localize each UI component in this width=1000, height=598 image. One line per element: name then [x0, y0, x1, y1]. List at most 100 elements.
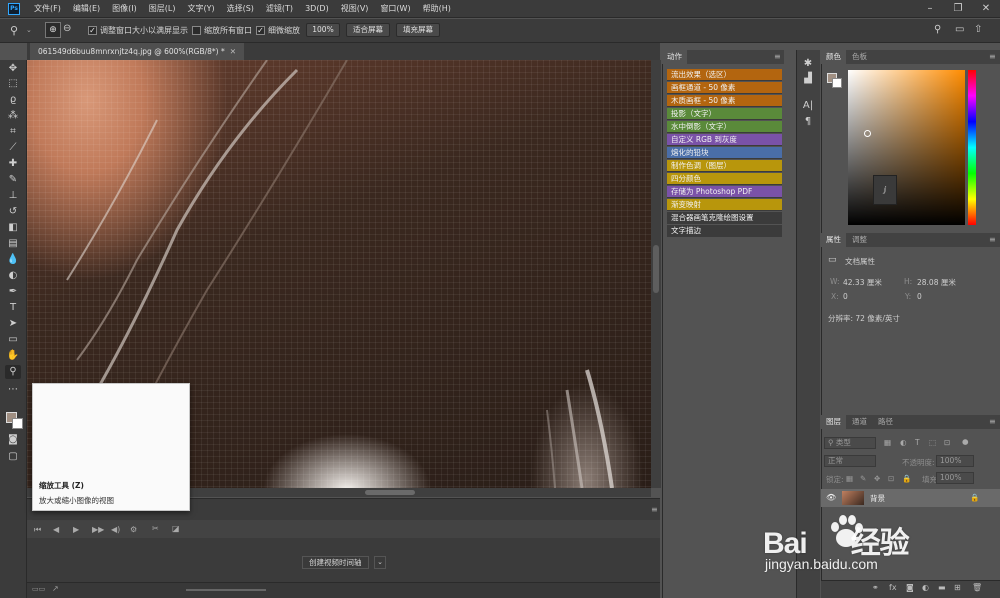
workspace-icon[interactable]: ▭: [955, 24, 964, 35]
gradient-tool-icon[interactable]: ▤: [5, 237, 21, 251]
convert-icon[interactable]: ↗: [52, 584, 59, 593]
action-item[interactable]: 制作色调（图层）: [667, 160, 782, 172]
audio-icon[interactable]: ◀): [111, 525, 120, 534]
close-tab-icon[interactable]: ✕: [230, 47, 236, 56]
menu-help[interactable]: 帮助(H): [417, 3, 457, 14]
action-item[interactable]: 存储为 Photoshop PDF: [667, 186, 782, 198]
paragraph-icon[interactable]: ¶: [800, 115, 816, 129]
crop-tool-icon[interactable]: ⌗: [5, 125, 21, 139]
first-frame-icon[interactable]: ⏮: [34, 525, 41, 535]
color-picker-cursor[interactable]: [864, 130, 871, 137]
tab-paths[interactable]: 路径: [873, 415, 898, 429]
brush-tool-icon[interactable]: ✎: [5, 173, 21, 187]
action-item[interactable]: 熔化的铅块: [667, 147, 782, 159]
adjustment-layer-icon[interactable]: ◐: [922, 583, 929, 592]
action-item[interactable]: 混合器画笔克隆绘图设置: [667, 212, 782, 224]
zoom-tool-preset-icon[interactable]: ⚲: [10, 24, 18, 37]
character-icon[interactable]: A|: [800, 99, 816, 113]
layer-name[interactable]: 背景: [870, 493, 885, 504]
panel-menu-icon[interactable]: ≡: [989, 235, 996, 244]
tab-actions[interactable]: 动作: [662, 50, 687, 64]
clone-stamp-tool-icon[interactable]: ⊥: [5, 189, 21, 203]
search-icon[interactable]: ⚲: [934, 24, 941, 35]
action-item[interactable]: 文字描边: [667, 225, 782, 237]
lock-position-icon[interactable]: ✥: [874, 474, 880, 483]
panel-menu-icon[interactable]: ≡: [989, 417, 996, 426]
background-color-swatch[interactable]: [12, 418, 23, 429]
chevron-down-icon[interactable]: ⌄: [26, 26, 32, 34]
zoom-in-icon[interactable]: ⊕: [45, 22, 61, 38]
dodge-tool-icon[interactable]: ◐: [5, 269, 21, 283]
eyedropper-tool-icon[interactable]: ⟋: [5, 141, 21, 155]
action-item[interactable]: 画框通道 - 50 像素: [667, 82, 782, 94]
more-tools-icon[interactable]: ⋯: [5, 383, 21, 397]
fit-screen-button[interactable]: 适合屏幕: [346, 23, 390, 37]
action-item[interactable]: 渐变映射: [667, 199, 782, 211]
eraser-tool-icon[interactable]: ◧: [5, 221, 21, 235]
gamut-warning-icon[interactable]: ⅉ: [873, 175, 897, 205]
filter-shape-icon[interactable]: ⬚: [929, 438, 936, 447]
minimize-icon[interactable]: –: [916, 0, 944, 18]
panel-menu-icon[interactable]: ≡: [774, 52, 781, 61]
screen-mode-icon[interactable]: ▢: [5, 450, 21, 464]
chevron-down-icon[interactable]: ⌄: [374, 556, 386, 569]
new-group-icon[interactable]: ▬: [938, 583, 946, 592]
history-icon[interactable]: ✱: [800, 57, 816, 71]
menu-filter[interactable]: 滤镜(T): [260, 3, 299, 14]
settings-icon[interactable]: ⚙: [130, 525, 137, 534]
filter-adjustment-icon[interactable]: ◐: [900, 438, 907, 447]
action-item[interactable]: 自定义 RGB 到灰度: [667, 134, 782, 146]
history-brush-tool-icon[interactable]: ↺: [5, 205, 21, 219]
layer-style-icon[interactable]: fx: [889, 583, 897, 592]
lock-transparent-icon[interactable]: ▦: [846, 474, 853, 483]
delete-layer-icon[interactable]: 🗑: [972, 583, 982, 592]
menu-type[interactable]: 文字(Y): [181, 3, 220, 14]
move-tool-icon[interactable]: ✥: [5, 62, 21, 76]
action-item[interactable]: 四分颜色: [667, 173, 782, 185]
fill-screen-button[interactable]: 填充屏幕: [396, 23, 440, 37]
blend-mode-select[interactable]: 正常: [824, 455, 876, 467]
quick-mask-icon[interactable]: ◙: [5, 433, 21, 447]
filter-toggle-icon[interactable]: ●: [962, 437, 969, 446]
tab-swatches[interactable]: 色板: [847, 50, 872, 64]
menu-select[interactable]: 选择(S): [221, 3, 260, 14]
split-icon[interactable]: ✂: [152, 524, 159, 533]
lock-all-icon[interactable]: 🔒: [902, 474, 911, 483]
link-layers-icon[interactable]: ⚭: [872, 583, 879, 592]
share-icon[interactable]: ⇧: [974, 24, 982, 35]
panel-menu-icon[interactable]: ≡: [651, 505, 658, 514]
filter-smart-icon[interactable]: ⊡: [944, 438, 950, 447]
eye-icon[interactable]: 👁: [826, 493, 836, 502]
fill-input[interactable]: 100%: [936, 472, 974, 484]
marquee-tool-icon[interactable]: ⬚: [5, 77, 21, 91]
tab-channels[interactable]: 通道: [847, 415, 872, 429]
hand-tool-icon[interactable]: ✋: [5, 349, 21, 363]
create-video-timeline-button[interactable]: 创建视频时间轴: [302, 556, 369, 569]
quick-select-tool-icon[interactable]: ⁂: [5, 109, 21, 123]
color-field[interactable]: [848, 70, 965, 225]
blur-tool-icon[interactable]: 💧: [5, 253, 21, 267]
histogram-icon[interactable]: ▟: [800, 72, 816, 86]
pen-tool-icon[interactable]: ✒: [5, 285, 21, 299]
horizontal-scrollbar-thumb[interactable]: [365, 490, 415, 495]
background-color-swatch[interactable]: [832, 78, 842, 88]
new-layer-icon[interactable]: ⊞: [954, 583, 961, 592]
panel-menu-icon[interactable]: ≡: [989, 52, 996, 61]
zoom-100-button[interactable]: 100%: [306, 23, 340, 37]
healing-brush-tool-icon[interactable]: ✚: [5, 157, 21, 171]
zoom-tool-icon[interactable]: ⚲: [5, 365, 21, 379]
zoom-out-icon[interactable]: ⊖: [63, 23, 71, 34]
close-icon[interactable]: ✕: [972, 0, 1000, 18]
type-tool-icon[interactable]: T: [5, 301, 21, 315]
zoom-slider[interactable]: [186, 589, 266, 591]
menu-edit[interactable]: 编辑(E): [67, 3, 106, 14]
play-icon[interactable]: ▶: [73, 525, 79, 534]
shape-tool-icon[interactable]: ▭: [5, 333, 21, 347]
menu-file[interactable]: 文件(F): [28, 3, 67, 14]
filter-pixel-icon[interactable]: ▦: [884, 438, 891, 447]
tab-layers[interactable]: 图层: [821, 415, 846, 429]
vertical-scrollbar-thumb[interactable]: [653, 245, 659, 293]
menu-window[interactable]: 窗口(W): [374, 3, 416, 14]
transition-icon[interactable]: ◪: [172, 524, 180, 533]
action-item[interactable]: 水中倒影（文字）: [667, 121, 782, 133]
